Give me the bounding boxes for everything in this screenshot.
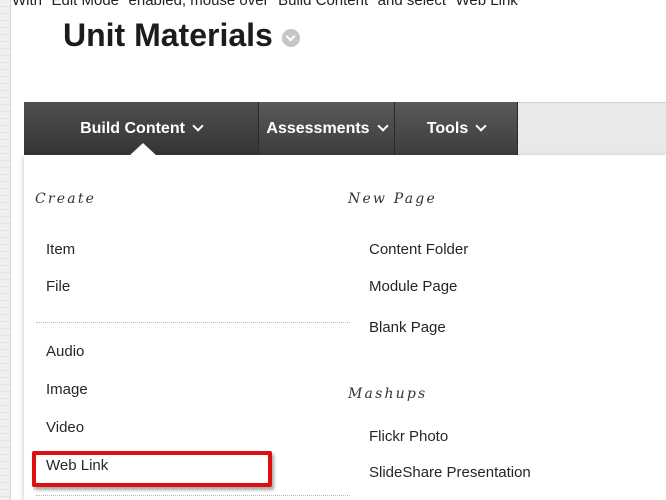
instruction-caption: With "Edit Mode" enabled, mouse over "Bu… xyxy=(12,0,524,9)
menu-divider xyxy=(36,322,350,323)
active-tab-pointer xyxy=(129,143,157,156)
menu-item-file[interactable]: File xyxy=(46,278,70,295)
chevron-down-icon xyxy=(376,120,389,132)
menu-item-audio[interactable]: Audio xyxy=(46,343,84,360)
menu-item-module-page[interactable]: Module Page xyxy=(369,278,457,295)
title-options-chevron-icon[interactable] xyxy=(281,29,300,47)
content-menu-bar: Build Content Assessments Tools xyxy=(24,102,518,155)
tab-build-content-label: Build Content xyxy=(80,119,185,137)
tab-tools-label: Tools xyxy=(426,119,469,137)
tab-assessments-label: Assessments xyxy=(266,119,370,137)
page-left-edge xyxy=(0,0,10,500)
menu-item-content-folder[interactable]: Content Folder xyxy=(369,241,468,258)
highlight-box xyxy=(32,451,272,487)
chevron-down-icon xyxy=(475,120,487,132)
page-title: Unit Materials xyxy=(63,15,300,55)
menu-item-flickr-photo[interactable]: Flickr Photo xyxy=(369,428,448,445)
tab-assessments[interactable]: Assessments xyxy=(259,102,395,155)
menu-divider xyxy=(36,495,350,496)
page-title-text: Unit Materials xyxy=(63,17,273,53)
menu-item-item[interactable]: Item xyxy=(46,241,75,258)
section-heading-create: Create xyxy=(35,191,97,207)
section-heading-mashups: Mashups xyxy=(348,386,428,402)
build-content-dropdown: Create Item File Audio Image Video Web L… xyxy=(24,155,666,500)
menu-item-slideshare-presentation[interactable]: SlideShare Presentation xyxy=(369,464,531,481)
menu-item-video[interactable]: Video xyxy=(46,419,84,436)
chevron-down-icon xyxy=(192,120,204,132)
tab-tools[interactable]: Tools xyxy=(395,102,518,155)
menu-item-blank-page[interactable]: Blank Page xyxy=(369,319,446,336)
menu-item-image[interactable]: Image xyxy=(46,381,88,398)
section-heading-new-page: New Page xyxy=(348,191,437,207)
